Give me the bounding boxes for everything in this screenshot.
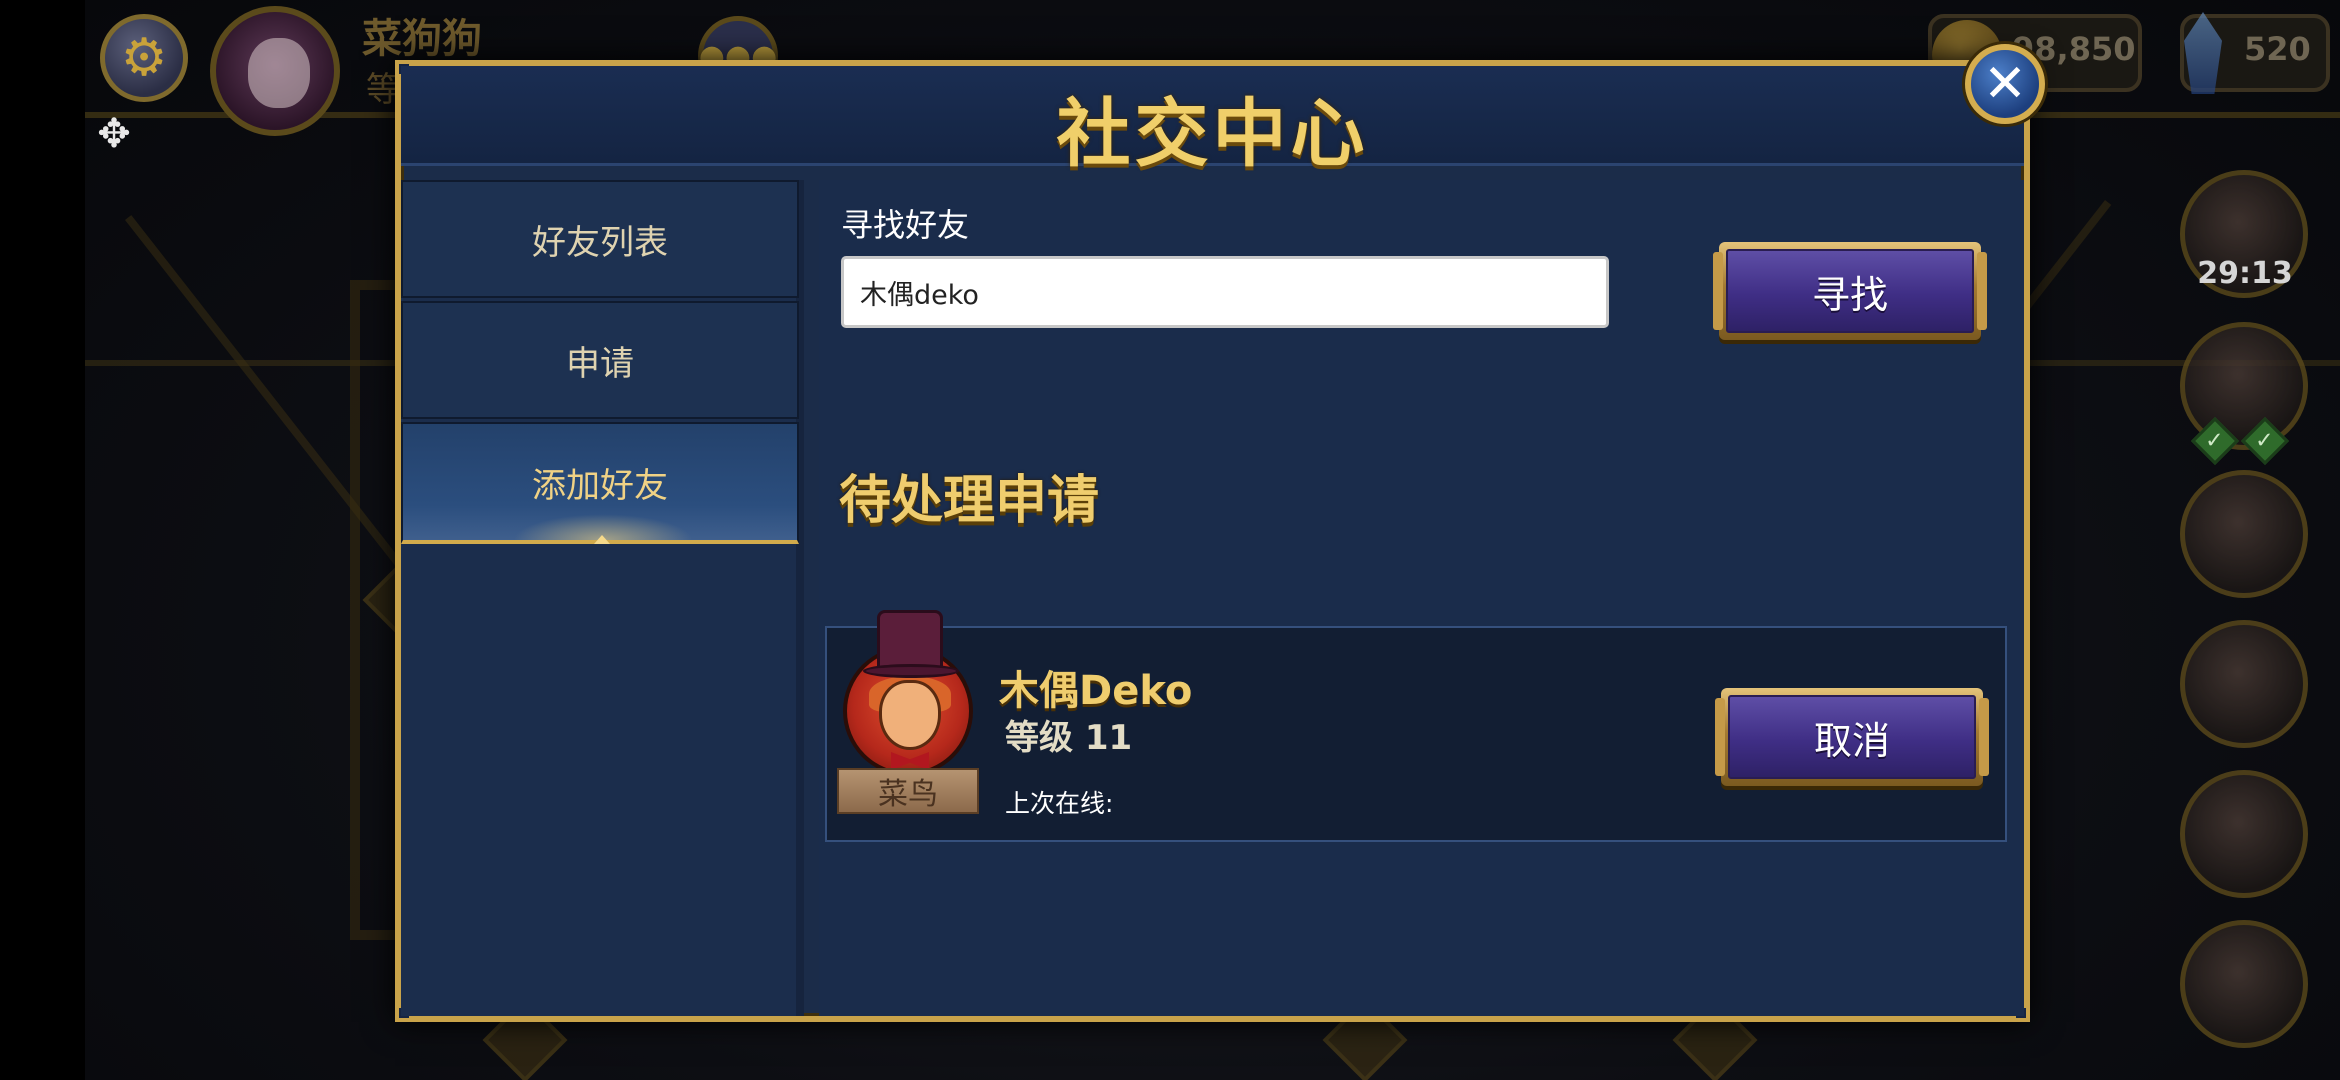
puzzle-icon[interactable]: ✥	[92, 112, 136, 156]
requester-name: 木偶Deko	[999, 668, 1193, 714]
social-sidebar: 好友列表 申请 添加好友	[401, 180, 804, 1016]
friend-search-input[interactable]	[841, 256, 1609, 328]
vault-button[interactable]	[2180, 620, 2308, 748]
tab-label: 申请	[566, 343, 634, 384]
search-label: 寻找好友	[841, 206, 970, 244]
search-button[interactable]: 寻找	[1713, 242, 1987, 340]
avatar-face	[248, 38, 310, 108]
button-cap	[1979, 698, 1989, 776]
search-button-label: 寻找	[1811, 272, 1888, 317]
shop-button[interactable]	[2180, 920, 2308, 1048]
event-timer: 29:13	[2197, 256, 2293, 291]
tab-requests[interactable]: 申请	[401, 301, 799, 419]
cancel-button-face: 取消	[1728, 695, 1976, 779]
pending-request-card: 菜鸟 木偶Deko 等级 11 上次在线: 取消	[825, 610, 2007, 842]
button-cap	[1715, 698, 1725, 776]
close-icon: ✕	[1983, 54, 2027, 114]
last-online-label: 上次在线:	[1005, 789, 1114, 818]
social-center-modal: 社交中心 好友列表 申请 添加好友 寻找好友 寻找 待处理申请	[395, 60, 2030, 1022]
settings-gear-icon[interactable]: ⚙	[100, 14, 188, 102]
add-friend-panel: 寻找好友 寻找 待处理申请 菜鸟 木偶Deko 等级 11	[819, 180, 2024, 1016]
cancel-button-label: 取消	[1813, 718, 1890, 763]
active-tab-indicator	[594, 535, 610, 544]
hero-button[interactable]	[2180, 470, 2308, 598]
rank-label: 菜鸟	[878, 777, 938, 812]
button-cap	[1977, 252, 1987, 330]
requester-level: 等级 11	[1005, 718, 1133, 758]
cancel-request-button[interactable]: 取消	[1715, 688, 1989, 786]
close-modal-button[interactable]: ✕	[1965, 44, 2045, 124]
tab-add-friend[interactable]: 添加好友	[401, 422, 799, 544]
avatar-hat-brim	[863, 664, 959, 678]
search-button-face: 寻找	[1726, 249, 1974, 333]
tab-label: 添加好友	[532, 465, 668, 506]
player-avatar[interactable]	[210, 6, 340, 136]
loot-bag-button[interactable]	[2180, 770, 2308, 898]
modal-header: 社交中心	[401, 66, 2024, 177]
modal-title: 社交中心	[1056, 91, 1369, 177]
player-name: 菜狗狗	[362, 16, 482, 62]
button-cap	[1713, 252, 1723, 330]
avatar-top-hat	[877, 610, 943, 672]
gem-amount: 520	[2244, 30, 2311, 68]
tab-label: 好友列表	[532, 222, 668, 263]
pending-requests-title: 待处理申请	[839, 471, 1100, 531]
requester-avatar[interactable]	[841, 610, 975, 790]
avatar-face	[879, 680, 941, 750]
tab-friend-list[interactable]: 好友列表	[401, 180, 799, 298]
rank-badge: 菜鸟	[837, 768, 979, 814]
